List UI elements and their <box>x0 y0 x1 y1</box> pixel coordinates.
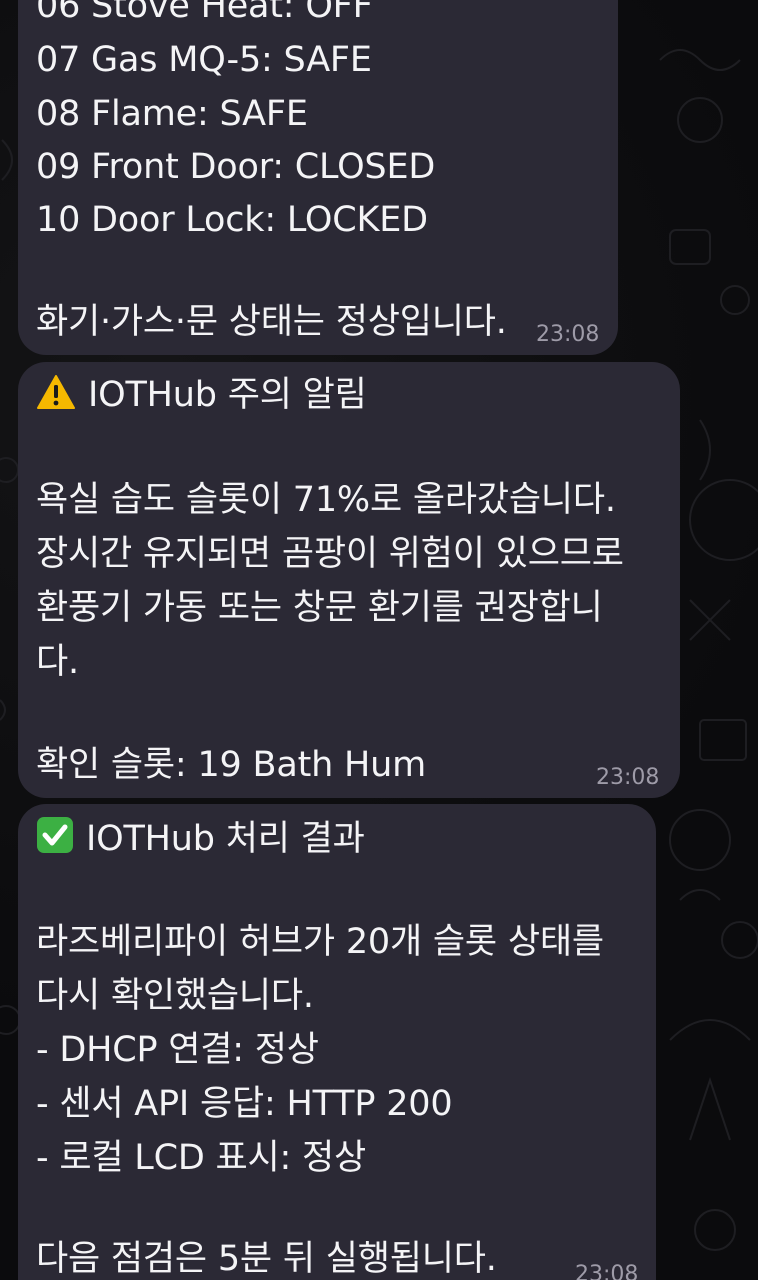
message-title-text: IOTHub 주의 알림 <box>88 375 367 415</box>
warning-icon <box>36 374 76 419</box>
message-bubble[interactable]: 06 Stove Heat: OFF 07 Gas MQ-5: SAFE 08 … <box>18 0 618 355</box>
message-timestamp: 23:08 <box>596 765 660 790</box>
message-timestamp: 23:08 <box>575 1262 639 1280</box>
message-title-text: IOTHub 처리 결과 <box>86 819 365 859</box>
message-line: 장시간 유지되면 곰팡이 위험이 있으므로 <box>36 534 624 574</box>
message-line: 다. <box>36 642 79 682</box>
message-line: 다음 점검은 5분 뒤 실행됩니다. <box>36 1239 497 1279</box>
message-line: 환풍기 가동 또는 창문 환기를 권장합니 <box>36 588 603 628</box>
message-line: - 센서 API 응답: HTTP 200 <box>36 1084 453 1124</box>
message-line: 07 Gas MQ-5: SAFE <box>36 40 372 80</box>
message-line: 06 Stove Heat: OFF <box>36 0 373 26</box>
message-title: IOTHub 주의 알림 <box>36 374 367 419</box>
message-bubble[interactable]: IOTHub 주의 알림 욕실 습도 슬롯이 71%로 올라갔습니다. 장시간 … <box>18 362 680 798</box>
message-line: 확인 슬롯: 19 Bath Hum <box>36 745 426 785</box>
check-icon <box>36 816 74 863</box>
message-line: - DHCP 연결: 정상 <box>36 1030 319 1070</box>
message-line: 08 Flame: SAFE <box>36 94 308 134</box>
message-timestamp: 23:08 <box>536 322 600 347</box>
message-line: - 로컬 LCD 표시: 정상 <box>36 1138 367 1178</box>
message-line: 09 Front Door: CLOSED <box>36 147 436 187</box>
message-line: 10 Door Lock: LOCKED <box>36 200 428 240</box>
message-line: 다시 확인했습니다. <box>36 976 314 1016</box>
message-line: 라즈베리파이 허브가 20개 슬롯 상태를 <box>36 922 604 962</box>
message-bubble[interactable]: IOTHub 처리 결과 라즈베리파이 허브가 20개 슬롯 상태를 다시 확인… <box>18 804 656 1280</box>
message-title: IOTHub 처리 결과 <box>36 816 365 863</box>
message-line: 욕실 습도 슬롯이 71%로 올라갔습니다. <box>36 480 616 520</box>
message-line: 화기·가스·문 상태는 정상입니다. <box>36 302 507 342</box>
